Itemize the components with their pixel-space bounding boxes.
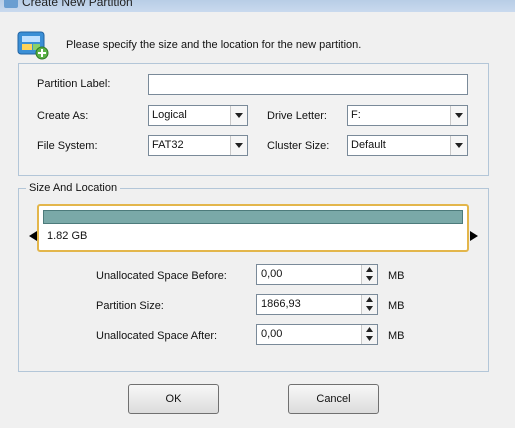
cancel-button[interactable]: Cancel (288, 384, 379, 414)
partition-wizard-icon (17, 31, 49, 60)
cluster-size-label: Cluster Size: (267, 140, 330, 152)
file-system-value: FAT32 (152, 139, 184, 151)
unallocated-before-stepper[interactable]: 0,00 (256, 264, 378, 285)
unallocated-after-value: 0,00 (261, 328, 283, 340)
partition-label-label: Partition Label: (37, 78, 111, 90)
size-location-legend: Size And Location (26, 182, 121, 194)
dialog-body: Please specify the size and the location… (0, 12, 515, 428)
cluster-size-value: Default (351, 139, 386, 151)
chevron-down-icon[interactable] (450, 136, 467, 155)
unit-label: MB (388, 300, 405, 312)
right-resize-handle-icon[interactable] (470, 231, 478, 241)
window-title: Create New Partition (22, 0, 133, 9)
left-resize-handle-icon[interactable] (29, 231, 37, 241)
create-as-value: Logical (152, 109, 187, 121)
unallocated-before-label: Unallocated Space Before: (96, 270, 227, 282)
chevron-down-icon[interactable] (230, 106, 247, 125)
unit-label: MB (388, 330, 405, 342)
title-bar: Create New Partition (0, 0, 515, 12)
unallocated-before-value: 0,00 (261, 268, 283, 280)
partition-size-label: Partition Size: (96, 300, 164, 312)
chevron-down-icon[interactable] (230, 136, 247, 155)
file-system-select[interactable]: FAT32 (148, 135, 248, 156)
partition-bar-fill (43, 210, 463, 224)
create-as-label: Create As: (37, 110, 89, 122)
partition-label-input[interactable] (148, 74, 468, 95)
partition-bar-size: 1.82 GB (47, 230, 88, 242)
spin-down-icon[interactable] (361, 304, 377, 314)
app-icon (4, 0, 18, 8)
cluster-size-select[interactable]: Default (347, 135, 468, 156)
unallocated-after-label: Unallocated Space After: (96, 330, 218, 342)
file-system-label: File System: (37, 140, 98, 152)
ok-button[interactable]: OK (128, 384, 219, 414)
partition-size-value: 1866,93 (261, 298, 301, 310)
unallocated-after-stepper[interactable]: 0,00 (256, 324, 378, 345)
create-as-select[interactable]: Logical (148, 105, 248, 126)
drive-letter-value: F: (351, 109, 361, 121)
partition-bar[interactable]: 1.82 GB (37, 204, 469, 252)
partition-size-stepper[interactable]: 1866,93 (256, 294, 378, 315)
drive-letter-label: Drive Letter: (267, 110, 327, 122)
spin-down-icon[interactable] (361, 334, 377, 344)
unit-label: MB (388, 270, 405, 282)
spin-down-icon[interactable] (361, 274, 377, 284)
chevron-down-icon[interactable] (450, 106, 467, 125)
drive-letter-select[interactable]: F: (347, 105, 468, 126)
instruction-text: Please specify the size and the location… (66, 39, 362, 51)
